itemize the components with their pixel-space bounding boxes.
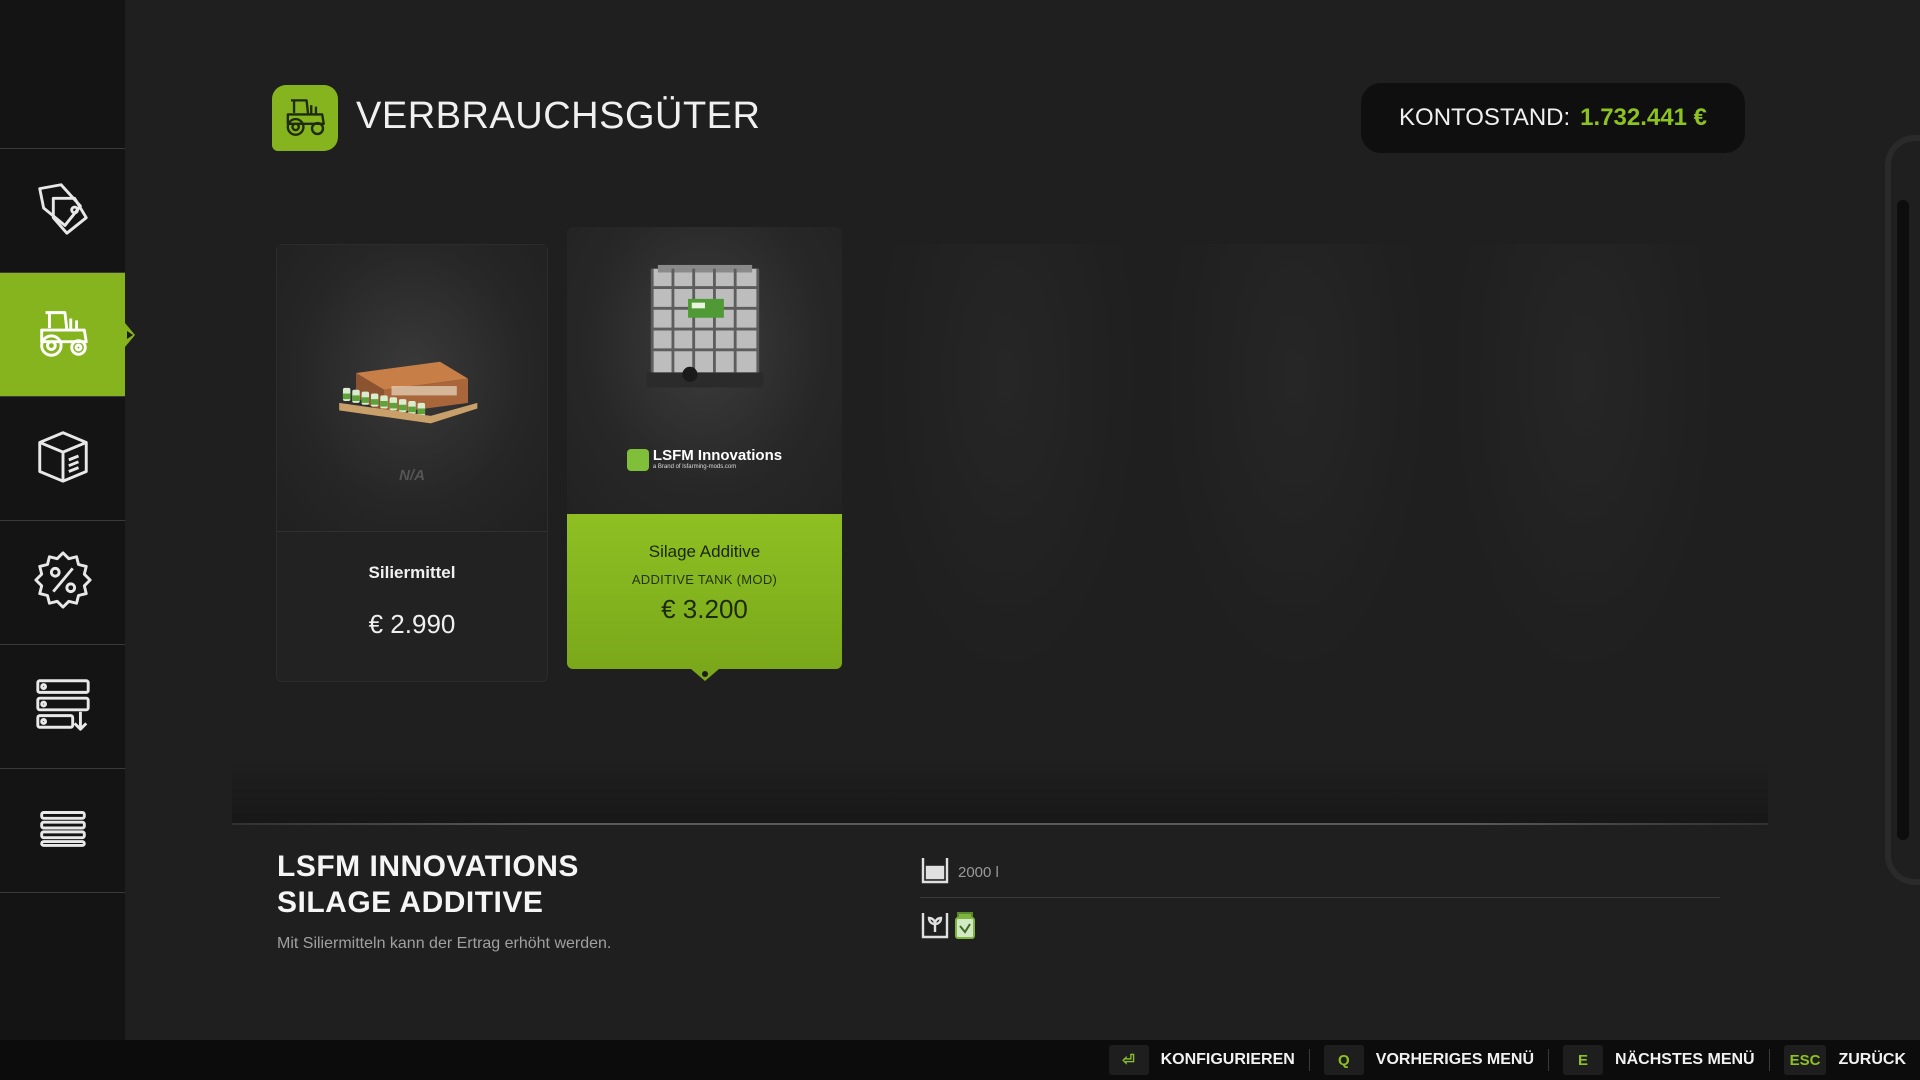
separator [1308,1049,1310,1071]
product-price: € 3.200 [661,594,748,624]
balance-label: KONTOSTAND: [1399,104,1571,131]
spec-divider [920,897,1720,898]
product-card-silage-additive[interactable]: LSFM Innovations a Brand of lsfarming-mo… [567,227,842,681]
brand-tagline: a Brand of lsfarming-mods.com [652,464,737,470]
content-fade [232,760,1768,823]
category-icon [272,85,338,151]
brand-name: LSFM Innovations [652,447,783,464]
filltype-icon [920,910,950,945]
product-name: Silage Additive [648,542,761,561]
brand-label: N/A [399,467,425,484]
sidebar-header [0,0,125,149]
sidebar-item-objects[interactable] [0,397,125,521]
detail-description: Mit Siliermitteln kann der Ertrag erhöht… [277,935,612,952]
price-tag-icon [32,177,94,244]
next-menu-button[interactable]: E NÄCHSTES MENÜ [1563,1040,1769,1080]
scrollbar[interactable] [1897,200,1909,840]
sidebar-item-sales-offers[interactable] [0,521,125,645]
esc-key: ESC [1783,1045,1827,1075]
balance-value: 1.732.441 € [1580,104,1707,131]
empty-slot [1448,244,1718,682]
bottom-bar: ⏎ KONFIGURIEREN Q VORHERIGES MENÜ E NÄCH… [0,1040,1920,1080]
empty-slot [872,244,1142,682]
separator [1768,1049,1770,1071]
separator [1548,1049,1550,1071]
sidebar [0,0,135,1040]
configure-label: KONFIGURIEREN [1160,1051,1295,1068]
sidebar-item-menu[interactable] [0,769,125,893]
q-key: Q [1323,1045,1364,1075]
account-balance: KONTOSTAND: 1.732.441 € [1361,83,1745,153]
product-image: N/A [277,245,547,532]
lsfm-logo-icon [626,448,649,471]
spec-capacity: 2000 l [920,855,999,890]
product-card-siliermittel[interactable]: N/A Siliermittel € 2.990 [276,244,548,682]
list-icon [32,797,94,864]
product-subtitle: ADDITIVE TANK (MOD) [631,572,778,587]
sidebar-item-sale[interactable] [0,149,125,273]
tractor-icon [280,91,330,146]
product-image: LSFM Innovations a Brand of lsfarming-mo… [567,227,842,515]
divider [232,823,1768,825]
back-label: ZURÜCK [1838,1051,1906,1068]
tractor-icon [32,301,94,368]
pallet-image [339,361,478,424]
storage-icon [32,673,94,740]
product-price: € 2.990 [368,609,456,639]
previous-menu-label: VORHERIGES MENÜ [1375,1051,1535,1068]
discount-icon [32,549,94,616]
next-menu-label: NÄCHSTES MENÜ [1615,1051,1755,1068]
silage-additive-icon [950,910,980,945]
back-button[interactable]: ESC ZURÜCK [1783,1040,1906,1080]
capacity-icon [920,855,950,890]
sidebar-item-vehicles[interactable] [0,273,135,397]
detail-title-line1: LSFM INNOVATIONS [277,850,579,883]
previous-menu-button[interactable]: Q VORHERIGES MENÜ [1323,1040,1548,1080]
product-info-panel: Silage Additive ADDITIVE TANK (MOD) € 3.… [567,514,842,681]
product-name: Siliermittel [368,563,456,582]
e-key: E [1563,1045,1604,1075]
ibc-tank-image [646,264,764,388]
sidebar-item-storage[interactable] [0,645,125,769]
enter-key-icon: ⏎ [1108,1045,1149,1075]
selection-indicator [701,671,708,677]
detail-title-line2: SILAGE ADDITIVE [277,886,544,919]
capacity-value: 2000 l [958,864,999,881]
empty-slot [1160,244,1430,682]
brand-logo: LSFM Innovations a Brand of lsfarming-mo… [567,448,842,471]
configure-button[interactable]: ⏎ KONFIGURIEREN [1108,1040,1309,1080]
spec-fill-types [920,910,980,945]
page-title: VERBRAUCHSGÜTER [356,95,761,137]
box-icon [32,425,94,492]
